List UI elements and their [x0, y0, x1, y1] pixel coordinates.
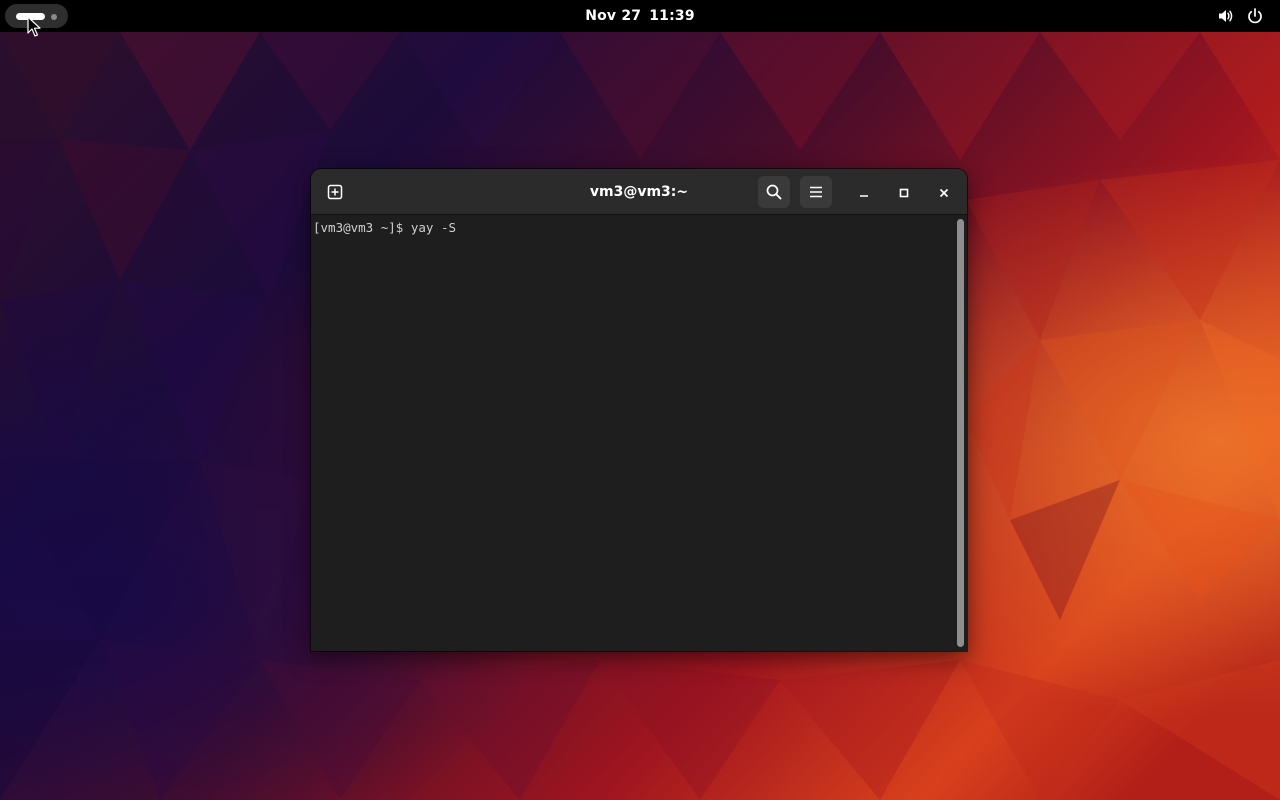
scrollbar-thumb[interactable] [957, 219, 964, 647]
window-title: vm3@vm3:~ [589, 184, 689, 200]
terminal-headerbar[interactable]: vm3@vm3:~ [311, 169, 967, 215]
prompt-line: [vm3@vm3 ~]$ yay -S [313, 220, 456, 236]
close-button[interactable] [932, 181, 956, 205]
maximize-button[interactable] [892, 181, 916, 205]
new-tab-button[interactable] [319, 176, 351, 208]
minimize-button[interactable] [852, 181, 876, 205]
terminal-window[interactable]: vm3@vm3:~ [vm3@vm3 ~]$ yay -S [311, 169, 967, 651]
top-bar: Nov 27 11:39 [0, 0, 1280, 32]
clock[interactable]: Nov 27 11:39 [540, 0, 740, 32]
clock-date: Nov 27 [585, 8, 642, 24]
maximize-icon [899, 188, 909, 198]
main-menu-button[interactable] [800, 176, 832, 208]
search-icon [766, 184, 782, 200]
search-button[interactable] [758, 176, 790, 208]
volume-icon[interactable] [1217, 7, 1235, 25]
close-icon [939, 188, 949, 198]
new-tab-icon [327, 184, 343, 200]
shell-prompt: [vm3@vm3 ~]$ [313, 220, 411, 235]
minimize-icon [860, 195, 868, 197]
scrollbar[interactable] [954, 217, 966, 649]
clock-time: 11:39 [649, 8, 695, 24]
mouse-cursor-icon [27, 16, 41, 37]
terminal-content[interactable]: [vm3@vm3 ~]$ yay -S [311, 216, 967, 651]
command-text: yay -S [410, 220, 456, 235]
workspace-dot-icon [51, 14, 57, 20]
hamburger-menu-icon [810, 186, 822, 198]
power-icon[interactable] [1246, 7, 1264, 25]
